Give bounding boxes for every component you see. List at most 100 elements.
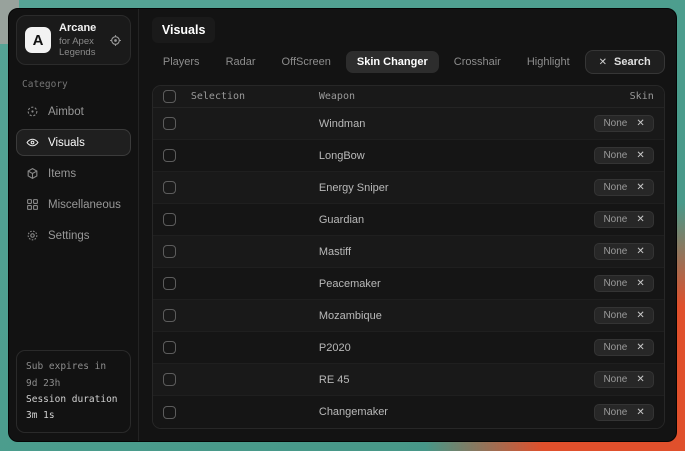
- skin-badge[interactable]: None ✕: [594, 147, 653, 164]
- table-row[interactable]: P2020 None ✕: [153, 332, 664, 364]
- tab-label: OffScreen: [282, 56, 331, 68]
- tab-label: Players: [163, 56, 200, 68]
- row-checkbox[interactable]: [163, 341, 176, 354]
- weapon-name: Guardian: [319, 214, 536, 226]
- table-row[interactable]: Guardian None ✕: [153, 204, 664, 236]
- remove-skin-icon[interactable]: ✕: [636, 374, 644, 385]
- skin-value: None: [603, 150, 627, 161]
- skin-badge[interactable]: None ✕: [594, 371, 653, 388]
- app-subtitle: for Apex Legends: [59, 36, 101, 58]
- remove-skin-icon[interactable]: ✕: [636, 150, 644, 161]
- row-checkbox[interactable]: [163, 245, 176, 258]
- row-checkbox[interactable]: [163, 181, 176, 194]
- tab[interactable]: Players: [152, 51, 211, 73]
- sidebar-item-label: Visuals: [48, 137, 85, 149]
- skin-badge[interactable]: None ✕: [594, 115, 653, 132]
- table-row[interactable]: LongBow None ✕: [153, 140, 664, 172]
- table-row[interactable]: Windman None ✕: [153, 108, 664, 140]
- skin-badge[interactable]: None ✕: [594, 339, 653, 356]
- skin-changer-table: Selection Weapon Skin Windman None ✕: [152, 85, 665, 429]
- skin-badge[interactable]: None ✕: [594, 307, 653, 324]
- tab[interactable]: OffScreen: [271, 51, 342, 73]
- app-header-card: A Arcane for Apex Legends: [16, 15, 131, 65]
- skin-value: None: [603, 246, 627, 257]
- column-skin: Skin: [536, 91, 654, 102]
- gear-icon: [26, 229, 39, 242]
- skin-value: None: [603, 407, 627, 418]
- page-title: Visuals: [152, 17, 216, 43]
- sidebar-item-label: Settings: [48, 230, 90, 242]
- package-icon: [26, 167, 39, 180]
- main-panel: Visuals Players Radar OffScreen Skin Cha…: [139, 9, 677, 441]
- remove-skin-icon[interactable]: ✕: [636, 182, 644, 193]
- skin-badge[interactable]: None ✕: [594, 404, 653, 421]
- sidebar-item-items[interactable]: Items: [16, 160, 131, 187]
- skin-badge[interactable]: None ✕: [594, 211, 653, 228]
- table-row[interactable]: Mozambique None ✕: [153, 300, 664, 332]
- session-duration-text: Session duration 3m 1s: [26, 392, 121, 424]
- row-checkbox[interactable]: [163, 149, 176, 162]
- tab[interactable]: Skin Changer: [346, 51, 439, 73]
- column-selection: Selection: [191, 91, 319, 102]
- skin-badge[interactable]: None ✕: [594, 243, 653, 260]
- tab-bar: Players Radar OffScreen Skin Changer Cro…: [152, 50, 665, 74]
- app-meta: Arcane for Apex Legends: [59, 22, 101, 58]
- tab[interactable]: Radar: [215, 51, 267, 73]
- weapon-name: P2020: [319, 342, 536, 354]
- sidebar-item-settings[interactable]: Settings: [16, 222, 131, 249]
- select-all-checkbox[interactable]: [163, 90, 176, 103]
- target-icon[interactable]: [109, 34, 122, 47]
- skin-value: None: [603, 182, 627, 193]
- arcane-app-window: A Arcane for Apex Legends Category Aimbo: [8, 8, 677, 442]
- skin-badge[interactable]: None ✕: [594, 275, 653, 292]
- tab-label: Crosshair: [454, 56, 501, 68]
- row-checkbox[interactable]: [163, 277, 176, 290]
- tab[interactable]: Crosshair: [443, 51, 512, 73]
- table-row[interactable]: Mastiff None ✕: [153, 236, 664, 268]
- search-button[interactable]: ✕Search: [585, 50, 665, 74]
- column-weapon: Weapon: [319, 91, 536, 102]
- row-checkbox[interactable]: [163, 406, 176, 419]
- sidebar-item-label: Miscellaneous: [48, 199, 121, 211]
- weapon-name: LongBow: [319, 150, 536, 162]
- table-row[interactable]: RE 45 None ✕: [153, 364, 664, 396]
- skin-value: None: [603, 278, 627, 289]
- sidebar-item-visuals[interactable]: Visuals: [16, 129, 131, 156]
- table-row[interactable]: Energy Sniper None ✕: [153, 172, 664, 204]
- remove-skin-icon[interactable]: ✕: [636, 407, 644, 418]
- row-checkbox[interactable]: [163, 117, 176, 130]
- weapon-name: Energy Sniper: [319, 182, 536, 194]
- x-icon: ✕: [599, 57, 607, 68]
- tab-label: Skin Changer: [357, 56, 428, 68]
- grid-icon: [26, 198, 39, 211]
- row-checkbox[interactable]: [163, 309, 176, 322]
- skin-value: None: [603, 374, 627, 385]
- skin-value: None: [603, 214, 627, 225]
- category-label: Category: [22, 79, 125, 90]
- row-checkbox[interactable]: [163, 373, 176, 386]
- remove-skin-icon[interactable]: ✕: [636, 246, 644, 257]
- skin-badge[interactable]: None ✕: [594, 179, 653, 196]
- sidebar: A Arcane for Apex Legends Category Aimbo: [9, 9, 139, 441]
- sub-expiry-text: Sub expires in 9d 23h: [26, 359, 121, 391]
- table-row[interactable]: Peacemaker None ✕: [153, 268, 664, 300]
- table-body: Windman None ✕ LongBow: [153, 108, 664, 428]
- sidebar-item-miscellaneous[interactable]: Miscellaneous: [16, 191, 131, 218]
- remove-skin-icon[interactable]: ✕: [636, 310, 644, 321]
- skin-value: None: [603, 342, 627, 353]
- app-logo: A: [25, 27, 51, 53]
- table-row[interactable]: Changemaker None ✕: [153, 396, 664, 428]
- remove-skin-icon[interactable]: ✕: [636, 214, 644, 225]
- remove-skin-icon[interactable]: ✕: [636, 342, 644, 353]
- weapon-name: Mastiff: [319, 246, 536, 258]
- eye-icon: [26, 136, 39, 149]
- weapon-name: Windman: [319, 118, 536, 130]
- remove-skin-icon[interactable]: ✕: [636, 118, 644, 129]
- row-checkbox[interactable]: [163, 213, 176, 226]
- skin-value: None: [603, 118, 627, 129]
- remove-skin-icon[interactable]: ✕: [636, 278, 644, 289]
- sidebar-item-label: Items: [48, 168, 76, 180]
- tab[interactable]: Highlight: [516, 51, 581, 73]
- weapon-name: Mozambique: [319, 310, 536, 322]
- sidebar-item-aimbot[interactable]: Aimbot: [16, 98, 131, 125]
